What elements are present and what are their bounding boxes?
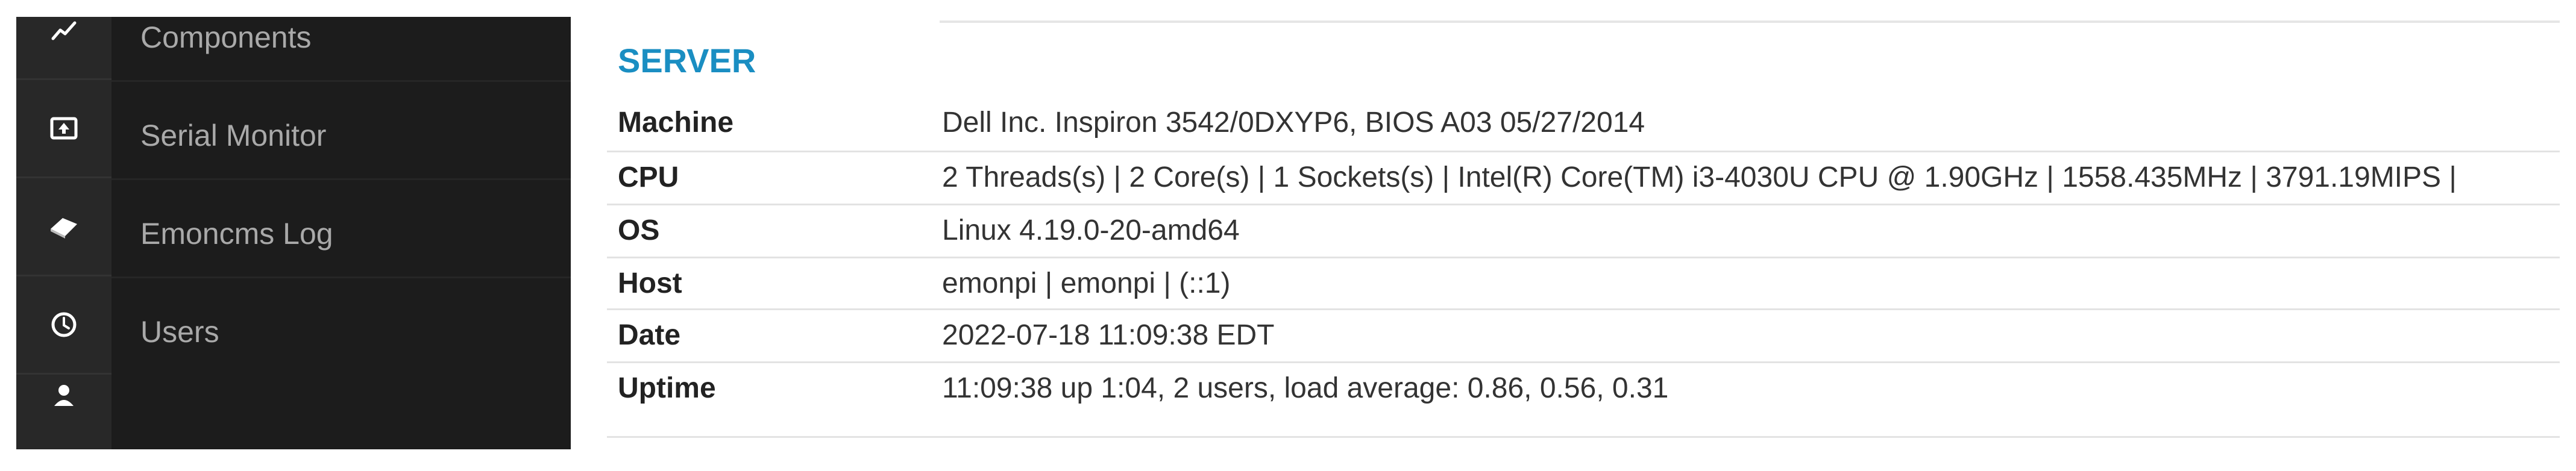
sidebar-item-users[interactable]: Users xyxy=(112,280,571,376)
sidebar-item-label: Serial Monitor xyxy=(140,119,327,152)
row-value: 11:09:38 up 1:04, 2 users, load average:… xyxy=(942,372,1669,404)
rail-button-upload[interactable] xyxy=(16,80,112,178)
sidebar-item-emoncms-log[interactable]: Emoncms Log xyxy=(112,182,571,278)
sidebar-item-label: Components xyxy=(140,20,312,54)
row-value: 2 Threads(s) | 2 Core(s) | 1 Sockets(s) … xyxy=(942,161,2457,193)
row-value: 2022-07-18 11:09:38 EDT xyxy=(942,319,1275,351)
divider xyxy=(607,436,2560,438)
eraser-icon xyxy=(51,218,77,239)
table-row: Machine Dell Inc. Inspiron 3542/0DXYP6, … xyxy=(607,98,2560,149)
icon-rail xyxy=(16,17,112,449)
table-row: OS Linux 4.19.0-20-amd64 xyxy=(607,204,2560,257)
row-label: OS xyxy=(618,214,660,246)
row-value: Linux 4.19.0-20-amd64 xyxy=(942,214,1240,246)
table-row: CPU 2 Threads(s) | 2 Core(s) | 1 Sockets… xyxy=(607,151,2560,204)
row-label: Date xyxy=(618,319,681,351)
table-row: Uptime 11:09:38 up 1:04, 2 users, load a… xyxy=(607,361,2560,415)
row-value: emonpi | emonpi | (::1) xyxy=(942,267,1231,299)
upload-icon xyxy=(50,117,78,140)
row-value: Dell Inc. Inspiron 3542/0DXYP6, BIOS A03… xyxy=(942,107,1645,139)
sidebar-item-label: Users xyxy=(140,315,219,349)
rail-button-schedule[interactable] xyxy=(16,276,112,375)
table-row: Host emonpi | emonpi | (::1) xyxy=(607,257,2560,310)
row-label: Host xyxy=(618,267,682,299)
server-info-panel: SERVER Machine Dell Inc. Inspiron 3542/0… xyxy=(607,0,2560,469)
sidebar-menu: Components Serial Monitor Emoncms Log Us… xyxy=(112,17,571,449)
sidebar-item-label: Emoncms Log xyxy=(140,217,333,251)
rail-button-graphs[interactable] xyxy=(16,0,112,80)
row-label: Uptime xyxy=(618,372,716,404)
chart-line-icon xyxy=(51,21,77,40)
rail-button-account[interactable] xyxy=(16,375,112,471)
user-icon xyxy=(54,385,74,406)
table-row: Date 2022-07-18 11:09:38 EDT xyxy=(607,308,2560,362)
row-label: Machine xyxy=(618,107,734,139)
divider xyxy=(940,20,2560,23)
row-label: CPU xyxy=(618,161,679,193)
section-title: SERVER xyxy=(618,42,756,80)
rail-button-eraser[interactable] xyxy=(16,178,112,276)
sidebar-item-serial-monitor[interactable]: Serial Monitor xyxy=(112,84,571,180)
sidebar-item-components[interactable]: Components xyxy=(112,0,571,82)
clock-icon xyxy=(51,312,77,337)
